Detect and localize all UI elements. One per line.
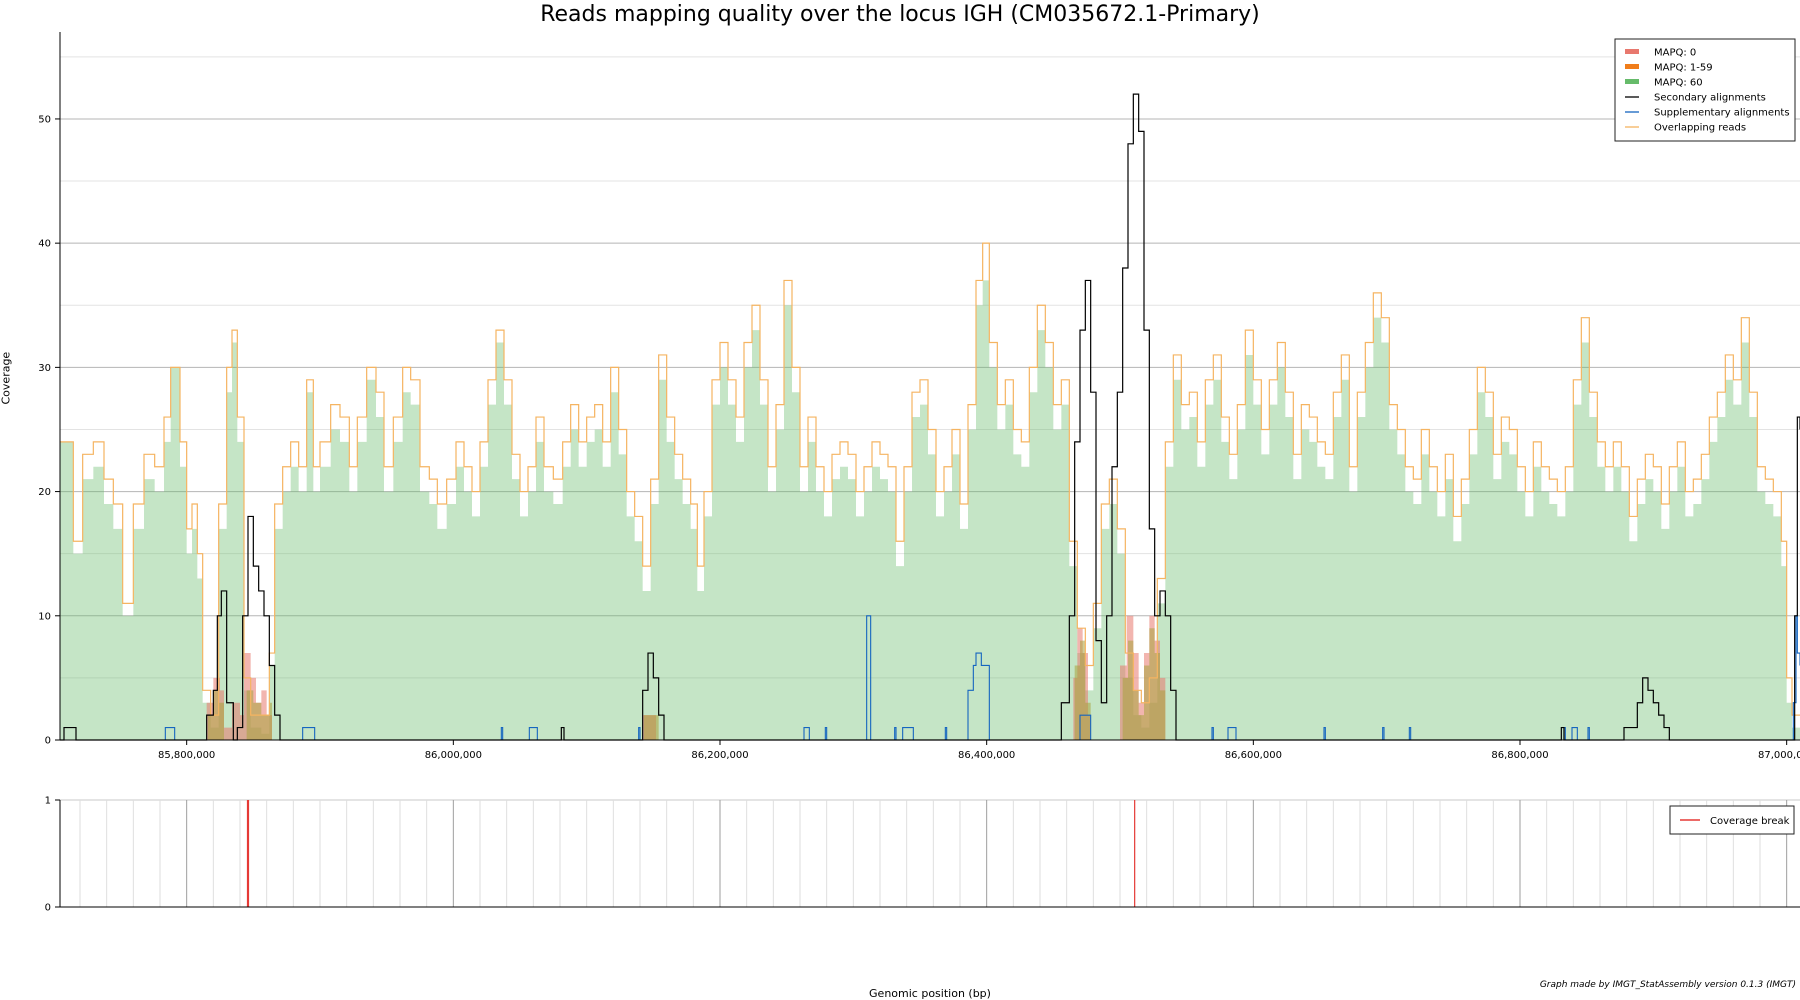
x-tick-label: 86,800,000 [1491,750,1548,761]
bottom-bars [246,800,1136,907]
x-tick-label: 87,000,000 [1758,750,1800,761]
y-tick-label: 0 [45,903,51,914]
bottom-axes: 01 [45,796,1800,914]
legend-mapq60-swatch [1625,79,1639,84]
series-mapq60-area [60,280,1800,740]
top-legend: MAPQ: 0 MAPQ: 1-59 MAPQ: 60 Secondary align… [1614,38,1796,142]
bottom-grid [60,799,1800,907]
y-tick-label: 40 [38,239,51,250]
legend-coverage-break-label: Coverage break [1710,816,1790,827]
bottom-legend: Coverage break [1669,805,1795,835]
coverage-chart: 0102030405085,800,000 86,000,000 86,200,00… [38,32,1800,914]
legend-mapq60-label: MAPQ: 60 [1654,78,1703,89]
y-tick-label: 0 [45,736,51,747]
y-tick-label: 30 [38,363,51,374]
x-tick-label: 86,600,000 [1225,750,1282,761]
x-tick-label: 86,200,000 [691,750,748,761]
legend-overlapping-label: Overlapping reads [1654,123,1746,134]
legend-mapq1-59-label: MAPQ: 1-59 [1654,63,1713,74]
legend-mapq1-59-swatch [1625,64,1639,69]
y-tick-label: 10 [38,611,51,622]
legend-secondary-label: Secondary alignments [1654,93,1766,104]
y-tick-label: 50 [38,114,51,125]
x-tick-label: 86,000,000 [425,750,482,761]
legend-mapq0-swatch [1625,49,1639,54]
x-tick-label: 86,400,000 [958,750,1015,761]
legend-mapq0-label: MAPQ: 0 [1654,48,1696,59]
y-tick-label: 20 [38,487,51,498]
legend-supplementary-label: Supplementary alignments [1654,108,1790,119]
top-fills [60,280,1800,740]
y-tick-label: 1 [45,796,51,807]
x-tick-label: 85,800,000 [158,750,215,761]
